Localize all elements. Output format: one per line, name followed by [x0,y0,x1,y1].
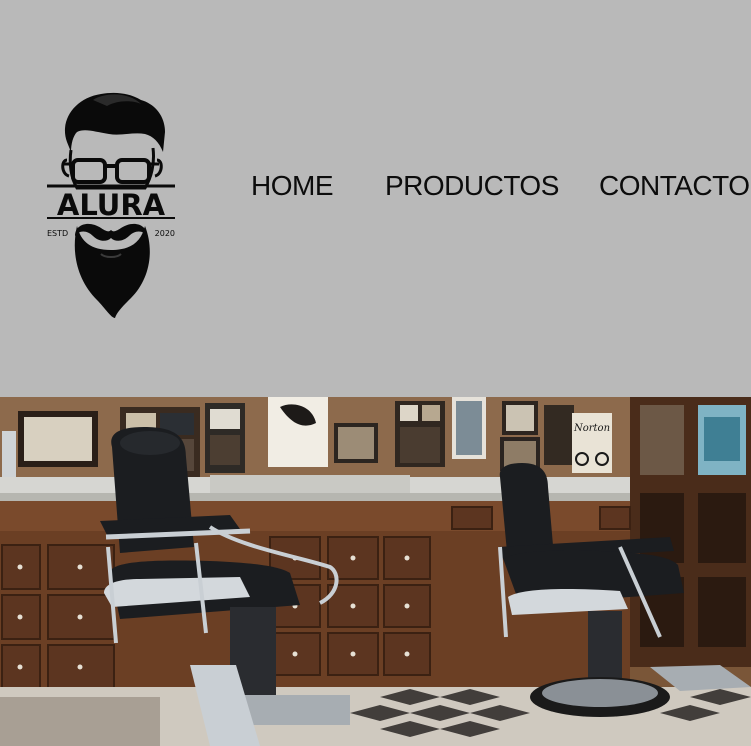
hero-barbershop-photo: Norton [0,397,751,746]
nav-link-contacto[interactable]: CONTACTO [599,168,750,204]
norton-poster-text: Norton [573,423,610,434]
nav-link-home[interactable]: HOME [251,168,334,204]
logo-year-text: 2020 [155,229,175,238]
nav-link-productos[interactable]: PRODUCTOS [385,168,559,204]
barbershop-interior-illustration: Norton [0,397,751,746]
main-nav: HOME PRODUCTOS CONTACTO [0,168,751,208]
site-header: ALURA ESTD 2020 HOME PRODUCTOS CONTACTO [0,0,751,397]
logo-estd-text: ESTD [47,229,68,238]
